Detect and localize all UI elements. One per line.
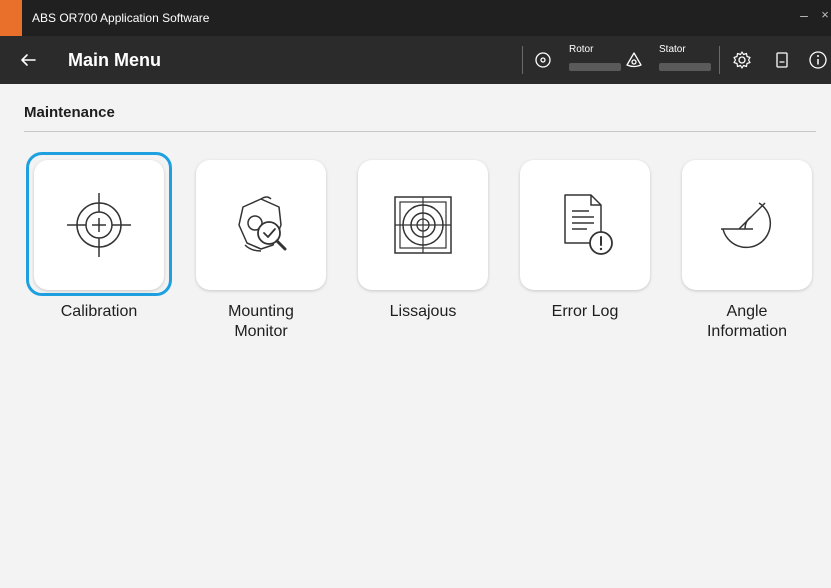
tile-label: Lissajous [389,303,457,320]
info-button[interactable] [806,48,830,72]
page-title: Main Menu [68,50,161,70]
stator-serial-redacted [659,63,711,71]
settings-icon [733,51,751,69]
manual-icon [776,52,788,68]
mounting-monitor-button[interactable] [196,160,326,290]
stator-button[interactable] [622,48,646,72]
minimize-button[interactable]: – [797,7,811,25]
section-divider [24,131,816,132]
error-log-icon [564,194,613,255]
info-icon [809,51,827,69]
header-divider [522,46,523,74]
error-log-button[interactable] [520,160,650,290]
header-divider [719,46,720,74]
tile-label: Mounting Monitor [228,303,294,340]
app-window: ABS OR700 Application Software – × Main … [0,0,831,588]
mounting-monitor-icon [238,196,287,252]
settings-button[interactable] [730,48,754,72]
crosshair-icon [67,193,131,257]
stator-icon [626,52,642,68]
tile-label: Angle Information [706,303,788,340]
angle-icon [721,202,772,249]
main-content: Maintenance Calibration Mounting Monitor… [0,84,831,588]
tile-label: Calibration [60,303,138,320]
manual-button[interactable] [770,48,794,72]
back-button[interactable] [14,46,42,74]
rotor-label: Rotor [569,44,594,55]
calibration-button[interactable] [34,160,164,290]
title-accent [0,0,22,36]
lissajous-icon [394,196,452,254]
section-title: Maintenance [24,104,115,121]
stator-label: Stator [659,44,686,55]
back-arrow-icon [21,54,36,66]
lissajous-button[interactable] [358,160,488,290]
window-title: ABS OR700 Application Software [32,11,210,25]
header-bar: Main Menu Rotor Stator [0,36,831,84]
close-button[interactable]: × [818,7,831,25]
rotor-icon [535,52,551,68]
angle-information-button[interactable] [682,160,812,290]
title-bar: ABS OR700 Application Software – × [0,0,831,36]
rotor-button[interactable] [531,48,555,72]
rotor-serial-redacted [569,63,621,71]
tile-label: Error Log [551,303,619,320]
